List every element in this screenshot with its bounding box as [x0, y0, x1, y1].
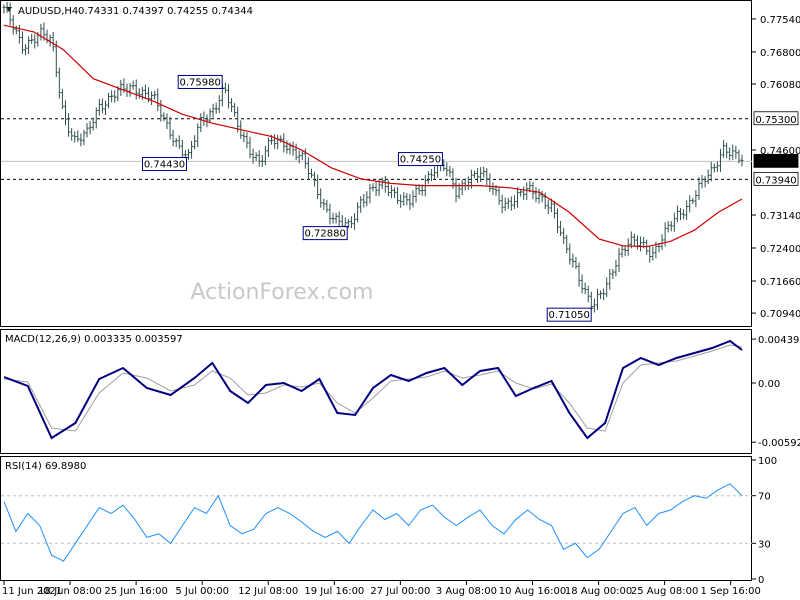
rsi-tick-label: 0 — [758, 575, 764, 586]
x-tick-label: 1 Sep 16:00 — [700, 586, 760, 597]
annotation-label: 0.75980 — [180, 77, 221, 88]
rsi-tick-label: 70 — [758, 492, 771, 503]
price-tick-label: 0.76800 — [760, 48, 800, 59]
rsi-panel-frame — [0, 456, 752, 581]
rsi-tick-label: 30 — [758, 539, 771, 550]
x-tick-label: 19 Jul 16:00 — [304, 586, 364, 597]
ohlc-label: 0.74331 0.74397 0.74255 0.74344 — [78, 6, 253, 17]
x-tick-label: 27 Jul 00:00 — [370, 586, 430, 597]
level-price-label: 0.75300 — [755, 115, 796, 126]
price-tick-label: 0.70940 — [760, 309, 800, 320]
macd-tick-label: -0.005922 — [758, 438, 800, 449]
x-axis: 11 Jun 202118 Jun 08:00 25 Jun 16:00 5 Jul… — [2, 581, 761, 597]
rsi-tick-label: 100 — [758, 456, 777, 467]
x-tick-label: 12 Jul 08:00 — [238, 586, 298, 597]
x-tick-label: 25 Jun 16:00 — [104, 586, 168, 597]
x-tick-label: 5 Jul 00:00 — [175, 586, 229, 597]
rsi-y-axis: 100 70 30 0 — [752, 456, 777, 586]
price-tick-label: 0.77540 — [760, 15, 800, 26]
x-tick-label: 25 Aug 08:00 — [631, 586, 698, 597]
rsi-title: RSI(14) 69.8980 — [5, 461, 86, 472]
watermark: ActionForex.com — [191, 280, 374, 305]
macd-y-axis: 0.004391 0.00 -0.005922 — [752, 335, 800, 449]
macd-title: MACD(12,26,9) 0.003335 0.003597 — [5, 334, 183, 345]
annotation-label: 0.71050 — [549, 310, 590, 321]
macd-tick-label: 0.004391 — [758, 335, 800, 346]
price-tick-label: 0.73140 — [760, 211, 800, 222]
macd-panel-frame — [0, 329, 752, 454]
horizontal-levels — [1, 118, 752, 180]
x-tick-label: 18 Jun 08:00 — [38, 586, 102, 597]
price-candles — [2, 2, 744, 313]
symbol-label: AUDUSD,H4 — [18, 6, 78, 17]
annotation-label: 0.72880 — [305, 229, 346, 240]
price-tick-label: 0.76080 — [760, 80, 800, 91]
price-y-axis: 0.775400.768000.760800.746000.731400.724… — [752, 15, 800, 320]
macd-tick-label: 0.00 — [758, 379, 780, 390]
rsi-levels — [1, 495, 752, 544]
annotation-label: 0.74430 — [144, 160, 185, 171]
chart-canvas: ActionForex.com AUDUSD,H4 0.74331 0.7439… — [0, 0, 800, 597]
moving-average-line — [3, 24, 743, 248]
level-price-label: 0.73940 — [755, 175, 796, 186]
x-tick-label: 18 Aug 00:00 — [565, 586, 632, 597]
x-tick-label: 3 Aug 08:00 — [436, 586, 497, 597]
annotation-label: 0.74250 — [400, 155, 441, 166]
price-panel-frame — [0, 0, 752, 327]
current-price-label: 0.74344 — [755, 157, 796, 168]
price-tick-label: 0.71660 — [760, 277, 800, 288]
price-tick-label: 0.72400 — [760, 244, 800, 255]
x-tick-label: 10 Aug 16:00 — [499, 586, 566, 597]
macd-main-line — [3, 339, 743, 440]
